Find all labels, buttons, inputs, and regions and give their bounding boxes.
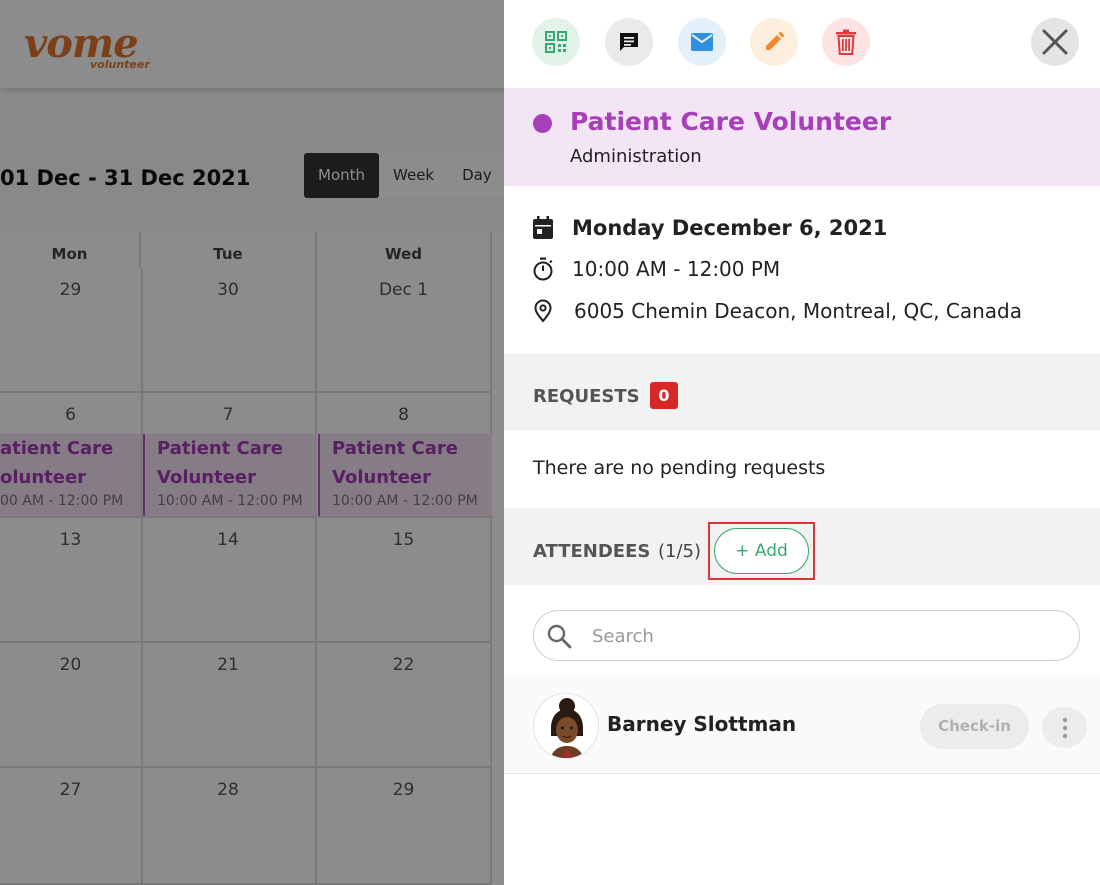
search-icon <box>547 624 572 649</box>
event-location-row: 6005 Chemin Deacon, Montreal, QC, Canada <box>504 295 1100 327</box>
add-attendee-button[interactable]: + Add <box>714 528 809 574</box>
requests-section-header: REQUESTS 0 <box>504 354 1100 430</box>
search-input[interactable] <box>592 619 1062 653</box>
no-requests-message: There are no pending requests <box>533 457 826 479</box>
delete-icon <box>836 29 856 55</box>
close-panel-button[interactable] <box>1031 18 1079 66</box>
qr-code-button[interactable] <box>532 18 580 66</box>
event-category: Administration <box>570 146 702 167</box>
attendees-section-header: ATTENDEES (1/5) + Add <box>504 508 1100 585</box>
modal-backdrop[interactable] <box>0 0 504 885</box>
edit-button[interactable] <box>750 18 798 66</box>
add-button-highlight: + Add <box>708 522 815 580</box>
attendee-search <box>533 610 1080 661</box>
delete-button[interactable] <box>822 18 870 66</box>
event-title: Patient Care Volunteer <box>570 107 892 136</box>
avatar <box>533 693 599 759</box>
attendees-label: ATTENDEES <box>533 541 651 562</box>
event-detail-panel: Patient Care Volunteer Administration Mo… <box>504 0 1100 885</box>
edit-icon <box>766 31 785 50</box>
email-button[interactable] <box>678 18 726 66</box>
person-avatar-icon <box>550 698 584 758</box>
more-options-button[interactable] <box>1042 707 1087 748</box>
event-address: 6005 Chemin Deacon, Montreal, QC, Canada <box>574 299 1023 323</box>
attendees-count: (1/5) <box>658 541 702 562</box>
qr-code-icon <box>545 31 567 53</box>
attendee-row: Barney Slottman Check-in <box>504 675 1100 774</box>
requests-label: REQUESTS <box>533 386 640 407</box>
message-button[interactable] <box>605 18 653 66</box>
location-pin-icon <box>534 299 552 323</box>
more-vertical-icon <box>1062 717 1067 738</box>
stopwatch-icon <box>533 257 553 281</box>
calendar-icon <box>533 216 553 239</box>
event-time-row: 10:00 AM - 12:00 PM <box>504 253 1100 285</box>
event-time: 10:00 AM - 12:00 PM <box>572 257 781 281</box>
close-icon <box>1042 29 1068 55</box>
message-icon <box>620 33 638 51</box>
event-date-row: Monday December 6, 2021 <box>504 212 1100 244</box>
event-date: Monday December 6, 2021 <box>572 216 888 240</box>
event-color-dot <box>533 114 552 133</box>
attendee-name: Barney Slottman <box>607 712 797 736</box>
panel-toolbar <box>504 0 1100 88</box>
requests-count-badge: 0 <box>650 382 678 409</box>
check-in-button[interactable]: Check-in <box>920 704 1029 749</box>
event-header: Patient Care Volunteer Administration <box>504 88 1100 186</box>
email-icon <box>691 33 713 51</box>
